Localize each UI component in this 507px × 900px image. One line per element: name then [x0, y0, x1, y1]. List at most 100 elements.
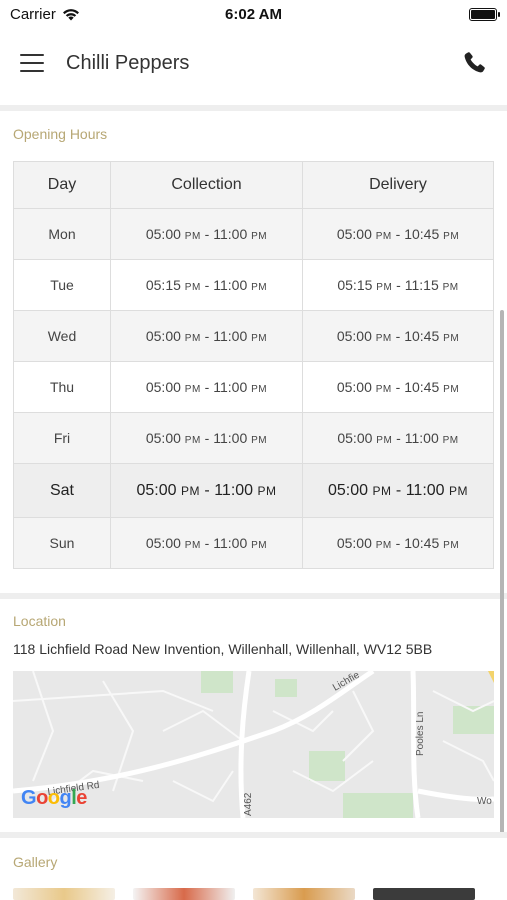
meridiem-label: PM — [443, 231, 460, 242]
map-label-wo: Wo — [477, 796, 492, 807]
meridiem-label: PM — [375, 540, 392, 551]
time-value: 11:00 — [213, 328, 248, 344]
delivery-hours-cell: 05:15 PM - 11:15 PM — [302, 259, 494, 311]
time-value: 05:00 — [337, 430, 373, 446]
time-value: 11:00 — [213, 226, 248, 242]
table-header-row: Day Collection Delivery — [13, 161, 494, 209]
phone-icon[interactable] — [461, 50, 487, 76]
meridiem-label: PM — [184, 384, 201, 395]
collection-hours-cell: 05:15 PM - 11:00 PM — [110, 259, 303, 311]
page-title: Chilli Peppers — [66, 51, 190, 74]
time-value: 05:15 — [145, 277, 181, 293]
gallery-image[interactable] — [253, 888, 355, 900]
time-value: 05:00 — [145, 226, 181, 242]
carrier-label: Carrier — [10, 5, 56, 23]
time-value: 05:00 — [145, 379, 181, 395]
day-cell: Sun — [13, 517, 111, 569]
meridiem-label: PM — [184, 231, 201, 242]
time-value: 05:00 — [336, 379, 372, 395]
time-value: 10:45 — [404, 328, 440, 344]
meridiem-label: PM — [376, 435, 393, 446]
collection-hours-cell: 05:00 PM - 11:00 PM — [110, 208, 303, 260]
status-bar: Carrier 6:02 AM — [0, 0, 507, 28]
meridiem-label: PM — [251, 384, 268, 395]
day-cell: Sat — [13, 463, 111, 518]
hamburger-menu-icon[interactable] — [20, 54, 44, 72]
time-value: 11:00 — [213, 430, 248, 446]
gallery-image[interactable] — [133, 888, 235, 900]
map-label-a462: A462 — [243, 792, 254, 816]
meridiem-label: PM — [257, 483, 277, 498]
header-delivery: Delivery — [302, 161, 494, 209]
meridiem-label: PM — [375, 231, 392, 242]
meridiem-label: PM — [251, 231, 268, 242]
gallery-strip — [13, 888, 475, 900]
time-value: 11:15 — [404, 277, 439, 293]
collection-hours-cell: 05:00 PM - 11:00 PM — [110, 517, 303, 569]
time-value: 05:00 — [145, 328, 181, 344]
gallery-image[interactable] — [13, 888, 115, 900]
time-value: 05:00 — [336, 226, 372, 242]
scrollbar[interactable] — [500, 310, 504, 838]
table-row: Fri 05:00 PM - 11:00 PM 05:00 PM - 11:00 P… — [13, 412, 494, 464]
google-logo: Google — [21, 787, 87, 809]
day-cell: Mon — [13, 208, 111, 260]
collection-hours-cell: 05:00 PM - 11:00 PM — [110, 310, 303, 362]
meridiem-label: PM — [376, 282, 393, 293]
delivery-hours-cell: 05:00 PM - 10:45 PM — [302, 361, 494, 413]
delivery-hours-cell: 05:00 PM - 10:45 PM — [302, 208, 494, 260]
time-value: 11:00 — [405, 481, 445, 499]
time-value: 11:00 — [404, 430, 439, 446]
table-row: Thu 05:00 PM - 11:00 PM 05:00 PM - 10:45 P… — [13, 361, 494, 413]
table-row: Sat 05:00 PM - 11:00 PM 05:00 PM - 11:00 P… — [13, 463, 494, 518]
time-value: 05:00 — [336, 328, 372, 344]
meridiem-label: PM — [184, 333, 201, 344]
meridiem-label: PM — [372, 483, 392, 498]
time-value: 11:00 — [213, 277, 248, 293]
time-value: 10:45 — [404, 226, 440, 242]
location-label: Location — [13, 613, 66, 629]
time-value: 05:00 — [136, 481, 177, 499]
meridiem-label: PM — [375, 333, 392, 344]
meridiem-label: PM — [180, 483, 200, 498]
section-divider — [0, 105, 507, 111]
gallery-image[interactable] — [373, 888, 475, 900]
table-row: Tue 05:15 PM - 11:00 PM 05:15 PM - 11:15 P… — [13, 259, 494, 311]
time-value: 11:00 — [213, 379, 248, 395]
time-value: 05:00 — [327, 481, 369, 499]
day-cell: Fri — [13, 412, 111, 464]
table-row: Mon 05:00 PM - 11:00 PM 05:00 PM - 10:45 P… — [13, 208, 494, 260]
time-value: 11:00 — [214, 481, 254, 499]
day-cell: Tue — [13, 259, 111, 311]
time-value: 05:15 — [337, 277, 373, 293]
delivery-hours-cell: 05:00 PM - 10:45 PM — [302, 310, 494, 362]
map-park — [309, 751, 345, 781]
meridiem-label: PM — [251, 282, 268, 293]
delivery-hours-cell: 05:00 PM - 11:00 PM — [302, 463, 494, 518]
header-collection: Collection — [110, 161, 303, 209]
table-row: Sun 05:00 PM - 11:00 PM 05:00 PM - 10:45 P… — [13, 517, 494, 569]
meridiem-label: PM — [442, 282, 459, 293]
meridiem-label: PM — [251, 540, 268, 551]
time-value: 05:00 — [145, 430, 181, 446]
delivery-hours-cell: 05:00 PM - 11:00 PM — [302, 412, 494, 464]
meridiem-label: PM — [443, 540, 460, 551]
meridiem-label: PM — [184, 540, 201, 551]
address-text: 118 Lichfield Road New Invention, Willen… — [13, 641, 433, 657]
time-value: 05:00 — [145, 535, 181, 551]
wifi-icon — [62, 8, 79, 20]
collection-hours-cell: 05:00 PM - 11:00 PM — [110, 412, 303, 464]
meridiem-label: PM — [184, 435, 201, 446]
opening-hours-table: Day Collection Delivery Mon 05:00 PM - 11… — [13, 161, 494, 569]
time-value: 05:00 — [336, 535, 372, 551]
day-cell: Thu — [13, 361, 111, 413]
map-park — [201, 671, 233, 693]
header-day: Day — [13, 161, 111, 209]
location-map[interactable]: Lichfield Rd Lichfie Pooles Ln A462 Wo G… — [13, 671, 494, 818]
gallery-label: Gallery — [13, 854, 58, 870]
meridiem-label: PM — [442, 435, 459, 446]
delivery-hours-cell: 05:00 PM - 10:45 PM — [302, 517, 494, 569]
nav-bar: Chilli Peppers — [0, 28, 507, 98]
section-divider — [0, 832, 507, 838]
opening-hours-label: Opening Hours — [13, 126, 108, 142]
